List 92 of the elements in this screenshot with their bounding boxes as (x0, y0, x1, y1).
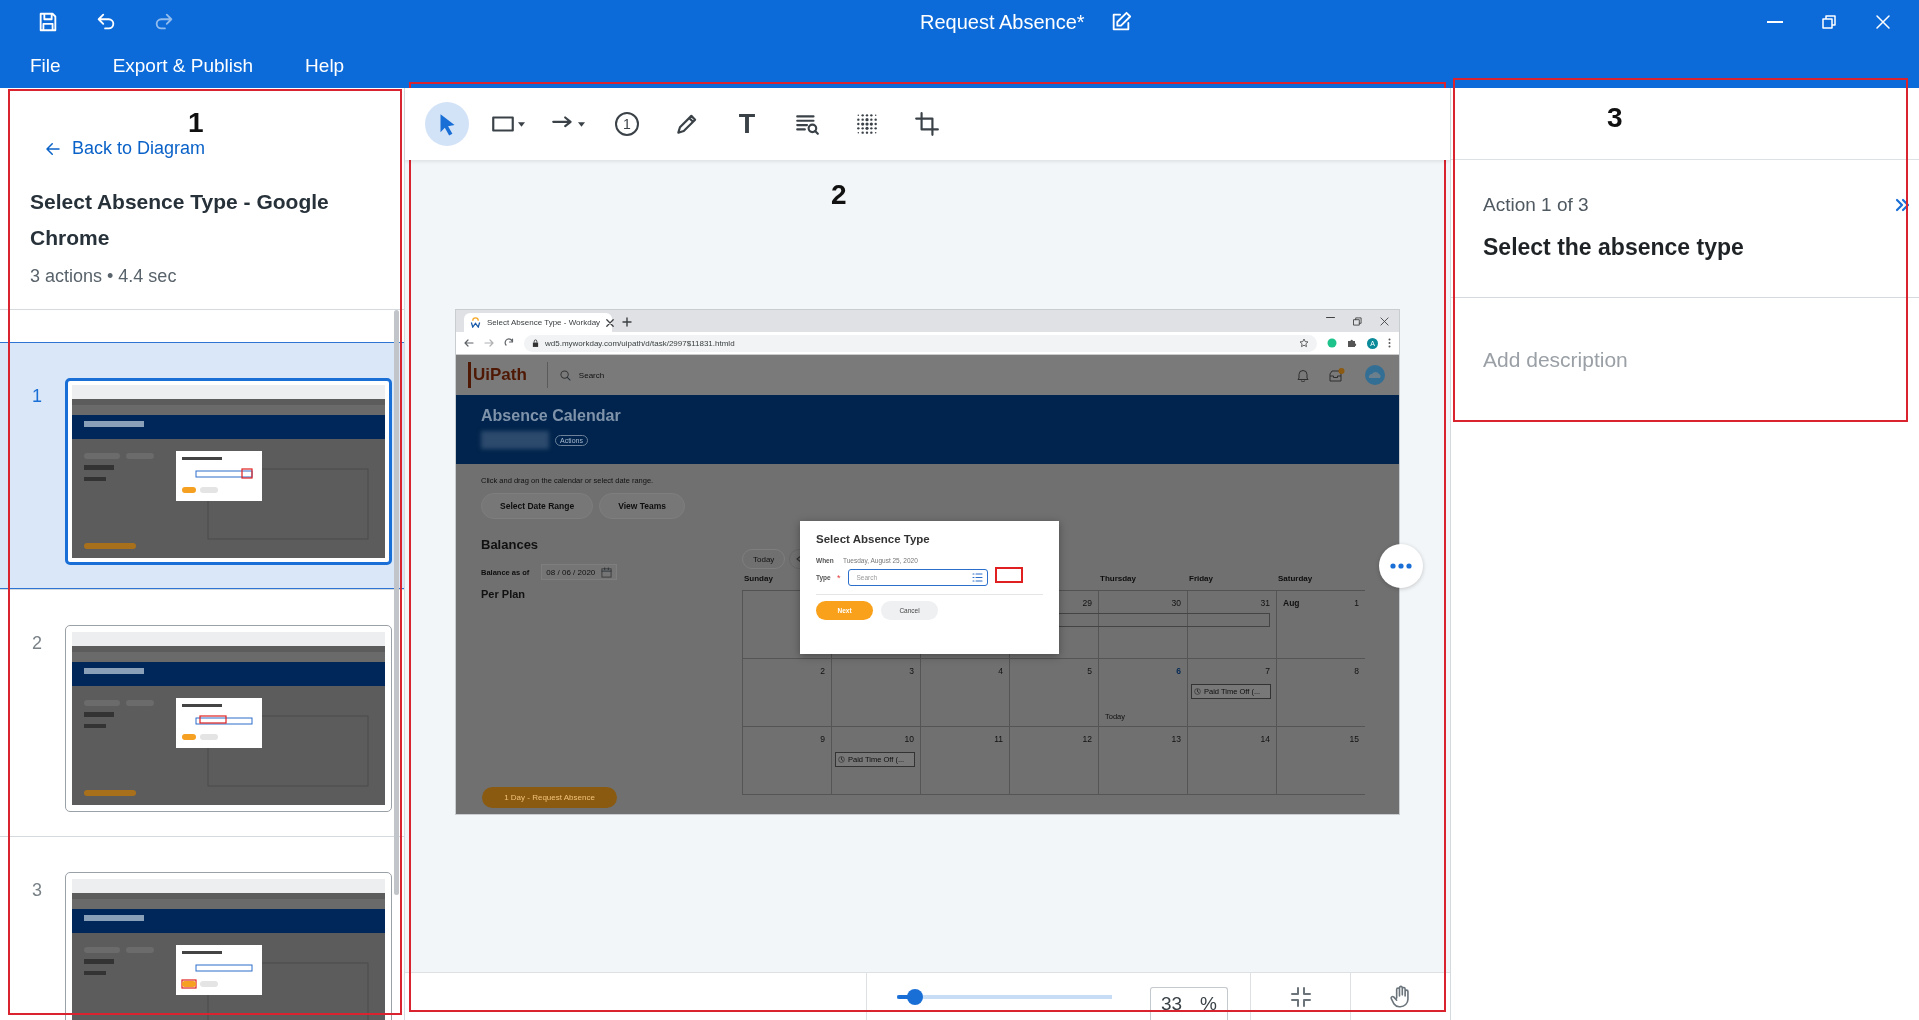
slider-thumb[interactable] (907, 988, 924, 1005)
clock-icon (1194, 688, 1201, 695)
day-number: 30 (1171, 598, 1181, 608)
menu-item[interactable]: Help (289, 49, 361, 83)
kebab-icon[interactable] (1388, 338, 1391, 348)
search-field[interactable]: Search (547, 369, 605, 381)
menu-item[interactable]: Export & Publish (96, 49, 270, 83)
step-number: 3 (32, 878, 43, 901)
more-button[interactable] (1379, 544, 1423, 588)
request-button[interactable]: 1 Day - Request Absence (482, 787, 617, 808)
action-button[interactable]: Select Date Range (481, 493, 594, 519)
recording-summary: 3 actions • 4.4 sec (30, 265, 178, 287)
address-bar[interactable]: wd5.myworkday.com/uipath/d/task/2997$11831.htmld (524, 334, 1317, 352)
zoom-field[interactable]: 33 % (1149, 986, 1228, 1020)
lock-icon (532, 339, 539, 347)
action-title: Select the absence type (1483, 234, 1745, 261)
day-number: 14 (1260, 734, 1270, 744)
step-item[interactable]: 3 (0, 835, 404, 1020)
weekday-label: Saturday (1278, 574, 1313, 583)
date-field[interactable]: 08 / 06 / 2020 (541, 564, 618, 580)
day-number: 31 (1260, 598, 1270, 608)
step-number: 1 (32, 384, 43, 407)
step-number: 2 (32, 631, 43, 654)
back-icon[interactable] (464, 338, 474, 348)
crop-icon (914, 111, 940, 137)
redacted-block (481, 431, 549, 449)
search-icon (559, 369, 571, 381)
day-number: 9 (820, 734, 825, 744)
month-label: Aug (1283, 598, 1300, 608)
day-number: 3 (909, 666, 914, 676)
day-number: 29 (1082, 598, 1092, 608)
double-chevron-icon (1895, 197, 1911, 213)
site-icon (470, 317, 481, 328)
puzzle-icon[interactable] (1347, 338, 1357, 348)
clock-icon (838, 756, 845, 763)
section-title: Balances (481, 537, 540, 552)
day-number: 7 (1265, 666, 1270, 676)
list-icon (971, 573, 983, 582)
restore-icon (1820, 13, 1838, 31)
weekday-label: Sunday (744, 574, 773, 583)
day-number: 13 (1171, 734, 1181, 744)
back-link[interactable]: Back to Diagram (44, 138, 206, 159)
day-number: 2 (820, 666, 825, 676)
day-number: 1 (1354, 598, 1359, 608)
dialog-title: Select Absence Type (816, 533, 931, 545)
collapse-icon (1288, 984, 1313, 1009)
scrollbar[interactable] (394, 309, 399, 895)
calendar-icon (601, 566, 613, 578)
page-title: Absence Calendar (481, 407, 622, 425)
close-icon (1874, 13, 1892, 31)
url-text: wd5.myworkday.com/uipath/d/task/2997$11831.htmld (545, 338, 736, 348)
callout-number: 3 (1607, 102, 1623, 134)
star-icon[interactable] (1299, 338, 1309, 348)
bell-icon[interactable] (1297, 368, 1309, 382)
day-number: 8 (1354, 666, 1359, 676)
minimize-icon (1767, 21, 1783, 23)
close-icon[interactable] (1380, 317, 1389, 326)
menu-item[interactable]: File (14, 49, 77, 83)
recording-title: Select Absence Type - Google Chrome (30, 188, 330, 251)
fit-button[interactable] (1288, 984, 1313, 1009)
plus-icon[interactable] (622, 317, 632, 327)
restore-icon[interactable] (1353, 317, 1362, 326)
browser-tab[interactable]: Select Absence Type - Workday (464, 313, 612, 332)
reload-icon[interactable] (504, 338, 514, 348)
logo[interactable]: UiPath (468, 362, 548, 388)
close-icon (606, 318, 615, 327)
save-icon (37, 11, 59, 33)
day-number: 4 (998, 666, 1003, 676)
section-title: Per Plan (481, 588, 527, 600)
expand-button[interactable] (1895, 197, 1911, 213)
day-number: 5 (1087, 666, 1092, 676)
day-number: 6 (1176, 666, 1181, 676)
step-tool[interactable]: 1 (605, 102, 649, 146)
callout-number: 2 (831, 179, 847, 211)
weekday-label: Thursday (1100, 574, 1136, 583)
weekday-label: Friday (1189, 574, 1213, 583)
more-icon (1390, 563, 1412, 569)
step-item[interactable]: 1 (0, 341, 404, 589)
callout-number: 1 (188, 107, 204, 139)
day-number: 12 (1082, 734, 1092, 744)
description-field[interactable]: Add description (1451, 298, 1919, 422)
text-tool[interactable]: T (725, 102, 769, 146)
action-button[interactable]: View Teams (599, 493, 686, 519)
dots-icon (854, 111, 880, 137)
day-number: 10 (904, 734, 914, 744)
window-title: Request Absence* (920, 10, 1085, 34)
inbox-icon[interactable] (1329, 368, 1345, 382)
required-mark: * (837, 572, 841, 583)
action-counter: Action 1 of 3 (1483, 194, 1589, 216)
select-tool[interactable] (425, 102, 469, 146)
day-number: 11 (994, 734, 1003, 744)
day-number: 15 (1349, 734, 1359, 744)
